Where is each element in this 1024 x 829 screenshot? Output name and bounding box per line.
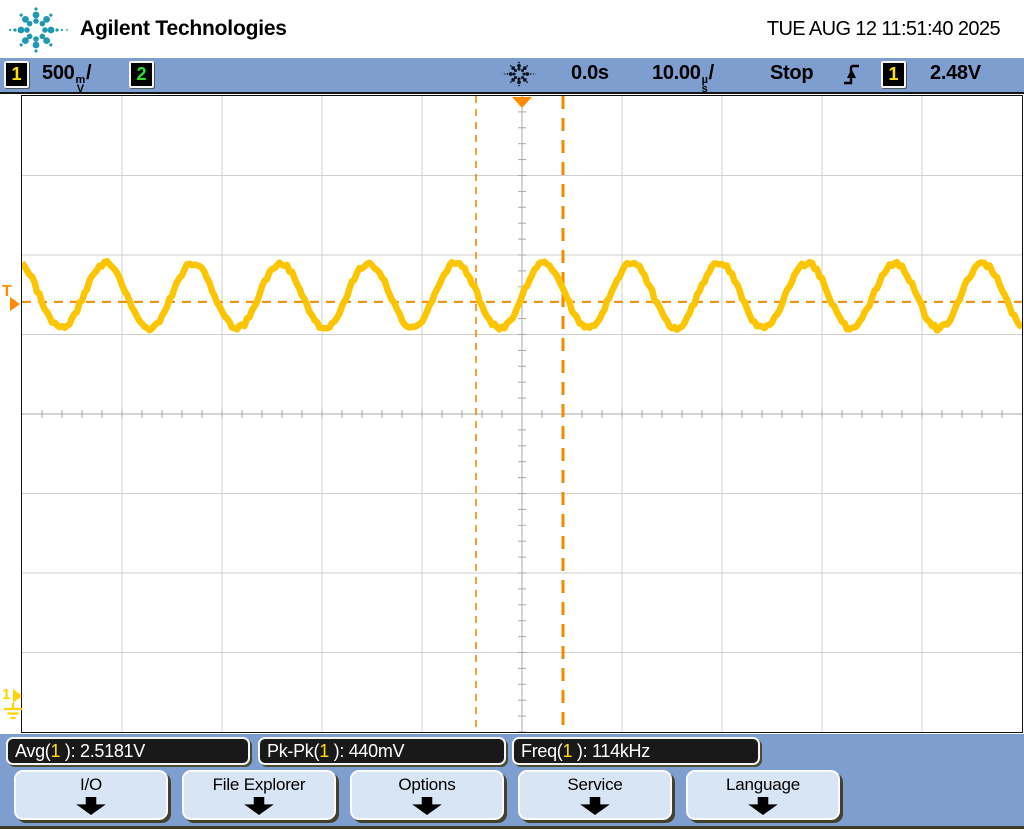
bottom-panel: Avg(1 ): 2.5181V Pk-Pk(1 ): 440mV Freq(1…: [0, 734, 1024, 829]
ground-reference-marker-icon: 1: [2, 686, 22, 720]
trigger-source-badge: 1: [881, 61, 906, 88]
menu-down-arrow-icon: [748, 797, 778, 815]
measurement-pkpk: Pk-Pk(1 ): 440mV: [258, 737, 506, 765]
waveform-plot: [19, 96, 1024, 733]
clock-datetime: TUE AUG 12 11:51:40 2025: [766, 18, 1001, 40]
timebase-readout: 10.00 µ s /: [652, 62, 714, 95]
softkey-language[interactable]: Language: [686, 770, 840, 820]
scope-display-area: T 1: [0, 94, 1024, 734]
agilent-logo-icon: [8, 7, 68, 53]
trigger-time-marker-icon: [512, 97, 532, 108]
menu-down-arrow-icon: [76, 797, 106, 815]
busy-spinner-icon: [502, 61, 536, 87]
header-bar: Agilent Technologies TUE AUG 12 11:51:40…: [0, 0, 1024, 58]
trigger-source-number: 1: [888, 64, 899, 84]
softkey-service-label: Service: [567, 775, 623, 794]
trigger-edge-rising-icon: [844, 64, 859, 85]
menu-down-arrow-icon: [244, 797, 274, 815]
channel-1-scale: 500 m V /: [42, 62, 92, 95]
channel-1-badge: 1: [4, 61, 29, 88]
softkey-file-explorer-label: File Explorer: [212, 775, 306, 794]
ground-channel-number: 1: [2, 686, 10, 703]
acquisition-state: Stop: [770, 62, 814, 84]
softkey-service[interactable]: Service: [518, 770, 672, 820]
measurement-freq: Freq(1 ): 114kHz: [512, 737, 760, 765]
menu-down-arrow-icon: [580, 797, 610, 815]
channel-2-badge: 2: [129, 61, 154, 88]
softkey-file-explorer[interactable]: File Explorer: [182, 770, 336, 820]
channel-2-number: 2: [136, 64, 147, 84]
graticule: [19, 95, 1024, 733]
trigger-level-readout: 2.48V: [930, 62, 981, 84]
channel-1-number: 1: [11, 64, 22, 84]
softkey-io[interactable]: I/O: [14, 770, 168, 820]
trigger-level-marker-icon: T: [2, 283, 20, 311]
measurement-avg: Avg(1 ): 2.5181V: [6, 737, 250, 765]
oscilloscope-screen: Agilent Technologies TUE AUG 12 11:51:40…: [0, 0, 1024, 829]
status-bar: 1 500 m V/ 2 0.0s 10.00 µ s / Stop 1 2.48V: [0, 58, 1024, 95]
softkey-options-label: Options: [398, 775, 456, 794]
trigger-delay-readout: 0.0s: [571, 62, 609, 84]
menu-down-arrow-icon: [412, 797, 442, 815]
softkey-options[interactable]: Options: [350, 770, 504, 820]
softkey-language-label: Language: [725, 775, 801, 794]
brand-title: Agilent Technologies: [80, 17, 287, 40]
softkey-io-label: I/O: [79, 775, 103, 794]
